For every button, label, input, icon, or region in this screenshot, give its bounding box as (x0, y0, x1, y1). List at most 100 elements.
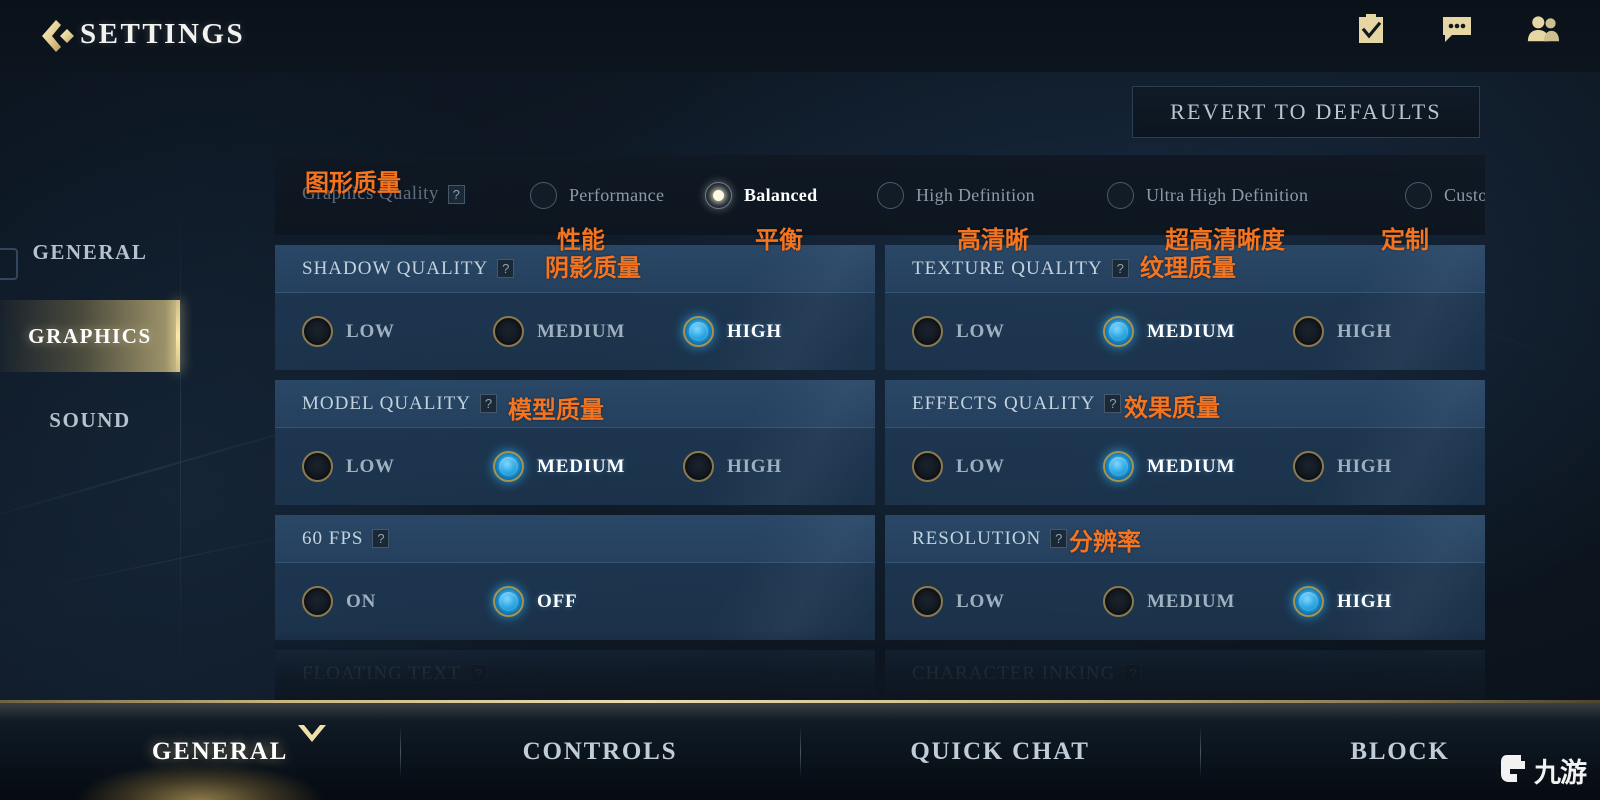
option-effects-medium[interactable]: MEDIUM (1103, 451, 1235, 482)
radio-icon-selected[interactable] (1293, 586, 1324, 617)
missions-clipboard-icon[interactable] (1354, 12, 1388, 46)
radio-icon[interactable] (912, 586, 943, 617)
tab-controls[interactable]: CONTROLS (400, 703, 800, 800)
option-label: LOW (956, 455, 1005, 477)
help-icon[interactable]: ? (469, 664, 487, 683)
help-icon[interactable]: ? (1111, 259, 1129, 278)
radio-icon[interactable] (912, 451, 943, 482)
radio-icon[interactable] (1107, 181, 1134, 209)
graphics-quality-option-custom[interactable]: Custom (1405, 181, 1485, 209)
radio-icon-selected[interactable] (1103, 316, 1134, 347)
back-button[interactable] (34, 12, 84, 60)
radio-icon[interactable] (683, 451, 714, 482)
panel-header: RESOLUTION ? (885, 515, 1485, 563)
chat-bubble-icon[interactable] (1440, 12, 1474, 46)
revert-to-defaults-button[interactable]: REVERT TO DEFAULTS (1132, 86, 1480, 138)
option-model-medium[interactable]: MEDIUM (493, 451, 625, 482)
option-fps-on[interactable]: ON (302, 586, 376, 617)
sidebar-item-sound[interactable]: SOUND (0, 378, 180, 462)
settings-content: Graphics Quality ? Performance Balanced … (275, 155, 1485, 700)
radio-icon[interactable] (1405, 181, 1432, 209)
sidebar-item-label: SOUND (49, 407, 131, 432)
radio-icon[interactable] (302, 451, 333, 482)
help-icon[interactable]: ? (447, 184, 465, 204)
option-label: HIGH (1337, 455, 1392, 477)
panel-title: 60 FPS (302, 527, 364, 549)
radio-icon[interactable] (302, 316, 333, 347)
option-texture-medium[interactable]: MEDIUM (1103, 316, 1235, 347)
option-label: Balanced (744, 184, 818, 205)
option-resolution-high[interactable]: HIGH (1293, 586, 1392, 617)
graphics-quality-label-group: Graphics Quality ? (302, 183, 465, 205)
option-label: LOW (346, 320, 395, 342)
option-label: MEDIUM (1147, 320, 1236, 342)
help-icon[interactable]: ? (372, 529, 390, 548)
tab-quick-chat[interactable]: QUICK CHAT (800, 703, 1200, 800)
tab-label: QUICK CHAT (910, 737, 1090, 765)
panel-header: MODEL QUALITY ? (275, 380, 875, 428)
option-label: MEDIUM (537, 320, 626, 342)
help-icon[interactable]: ? (480, 394, 498, 413)
radio-icon[interactable] (1293, 316, 1324, 347)
option-resolution-medium[interactable]: MEDIUM (1103, 586, 1235, 617)
bottom-tab-bar: GENERAL CONTROLS QUICK CHAT BLOCK (0, 700, 1600, 800)
panel-header: CHARACTER INKING ? (885, 650, 1485, 698)
option-label: Performance (569, 184, 665, 205)
panel-options: ON OFF (275, 563, 875, 640)
help-icon[interactable]: ? (1104, 394, 1122, 413)
watermark-text: 九游 (1534, 758, 1587, 789)
friends-people-icon[interactable] (1526, 12, 1560, 46)
back-chevron-icon (37, 16, 81, 56)
panel-header: FLOATING TEXT ? (275, 650, 875, 698)
option-shadow-high[interactable]: HIGH (683, 316, 782, 347)
sidebar-item-label: GENERAL (32, 239, 148, 264)
radio-icon[interactable] (877, 181, 904, 209)
radio-icon[interactable] (1293, 451, 1324, 482)
help-icon[interactable]: ? (497, 259, 515, 278)
sidebar-item-general[interactable]: GENERAL (0, 210, 180, 294)
graphics-quality-row: Graphics Quality ? Performance Balanced … (275, 155, 1485, 235)
panel-title: EFFECTS QUALITY (912, 392, 1096, 414)
option-shadow-low[interactable]: LOW (302, 316, 395, 347)
panel-60-fps: 60 FPS ? ON OFF (275, 515, 875, 640)
graphics-quality-options: Performance Balanced High Definition Ult… (530, 155, 1485, 235)
option-texture-high[interactable]: HIGH (1293, 316, 1392, 347)
option-label: OFF (537, 590, 578, 612)
graphics-quality-option-balanced[interactable]: Balanced (705, 181, 877, 209)
radio-icon-selected[interactable] (493, 586, 524, 617)
panel-title: MODEL QUALITY (302, 392, 472, 414)
settings-screen: SETTINGS REVERT TO DEFAULTS GENERAL GRAP… (0, 0, 1600, 800)
help-icon[interactable]: ? (1050, 529, 1068, 548)
option-model-low[interactable]: LOW (302, 451, 395, 482)
option-label: HIGH (1337, 590, 1392, 612)
radio-icon-selected[interactable] (1103, 451, 1134, 482)
option-resolution-low[interactable]: LOW (912, 586, 1005, 617)
help-icon[interactable]: ? (1124, 664, 1142, 683)
graphics-quality-option-high-definition[interactable]: High Definition (877, 181, 1107, 209)
bottom-tabs: GENERAL CONTROLS QUICK CHAT BLOCK (0, 703, 1600, 800)
graphics-quality-option-performance[interactable]: Performance (530, 181, 705, 209)
option-label: High Definition (916, 184, 1035, 205)
tab-general[interactable]: GENERAL (0, 703, 400, 800)
radio-icon[interactable] (302, 586, 333, 617)
sidebar-item-graphics[interactable]: GRAPHICS (0, 294, 180, 378)
radio-icon-selected[interactable] (683, 316, 714, 347)
page-title: SETTINGS (80, 18, 246, 50)
option-label: LOW (346, 455, 395, 477)
option-effects-high[interactable]: HIGH (1293, 451, 1392, 482)
graphics-quality-option-ultra-high-definition[interactable]: Ultra High Definition (1107, 181, 1405, 209)
option-effects-low[interactable]: LOW (912, 451, 1005, 482)
radio-icon[interactable] (493, 316, 524, 347)
option-texture-low[interactable]: LOW (912, 316, 1005, 347)
radio-icon[interactable] (1103, 586, 1134, 617)
radio-icon-selected[interactable] (493, 451, 524, 482)
panel-effects-quality: EFFECTS QUALITY ? LOW MEDIUM HIGH (885, 380, 1485, 505)
option-shadow-medium[interactable]: MEDIUM (493, 316, 625, 347)
panel-header: EFFECTS QUALITY ? (885, 380, 1485, 428)
radio-icon[interactable] (530, 181, 557, 209)
panel-title: CHARACTER INKING (912, 662, 1116, 684)
option-model-high[interactable]: HIGH (683, 451, 782, 482)
option-fps-off[interactable]: OFF (493, 586, 577, 617)
radio-icon-selected[interactable] (705, 181, 732, 209)
radio-icon[interactable] (912, 316, 943, 347)
